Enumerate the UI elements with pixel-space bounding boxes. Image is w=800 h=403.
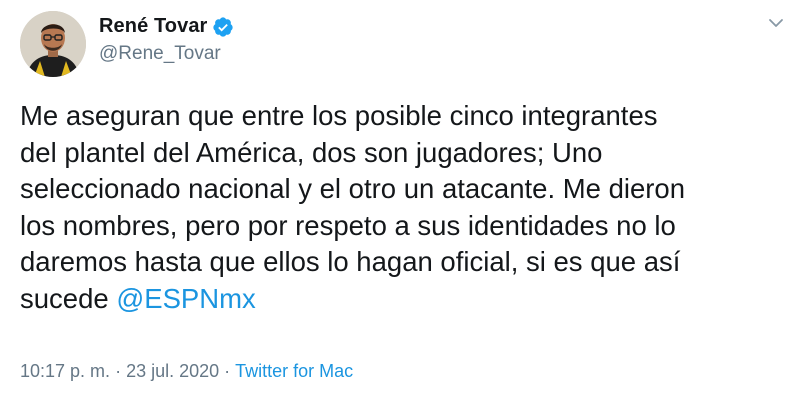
tweet-body: Me aseguran que entre los posible cinco … <box>20 98 790 317</box>
meta-separator: · <box>224 361 231 381</box>
tweet-time[interactable]: 10:17 p. m. <box>20 361 110 382</box>
tweet-date[interactable]: 23 jul. 2020 <box>126 361 219 382</box>
verified-badge-icon <box>212 16 234 38</box>
avatar[interactable] <box>20 11 86 77</box>
avatar-photo <box>20 11 86 77</box>
chevron-down-icon[interactable] <box>766 13 786 33</box>
author-name-row: René Tovar <box>99 15 234 38</box>
tweet-meta: 10:17 p. m. · 23 jul. 2020 · Twitter for… <box>20 361 353 382</box>
tweet-source-link[interactable]: Twitter for Mac <box>235 361 353 382</box>
tweet-body-text: Me aseguran que entre los posible cinco … <box>20 100 686 314</box>
display-name[interactable]: René Tovar <box>99 15 207 38</box>
user-handle[interactable]: @Rene_Tovar <box>99 43 221 65</box>
meta-separator: · <box>115 361 122 381</box>
tweet-card: René Tovar @Rene_Tovar Me aseguran que e… <box>0 0 800 403</box>
mention-link[interactable]: @ESPNmx <box>116 283 255 314</box>
